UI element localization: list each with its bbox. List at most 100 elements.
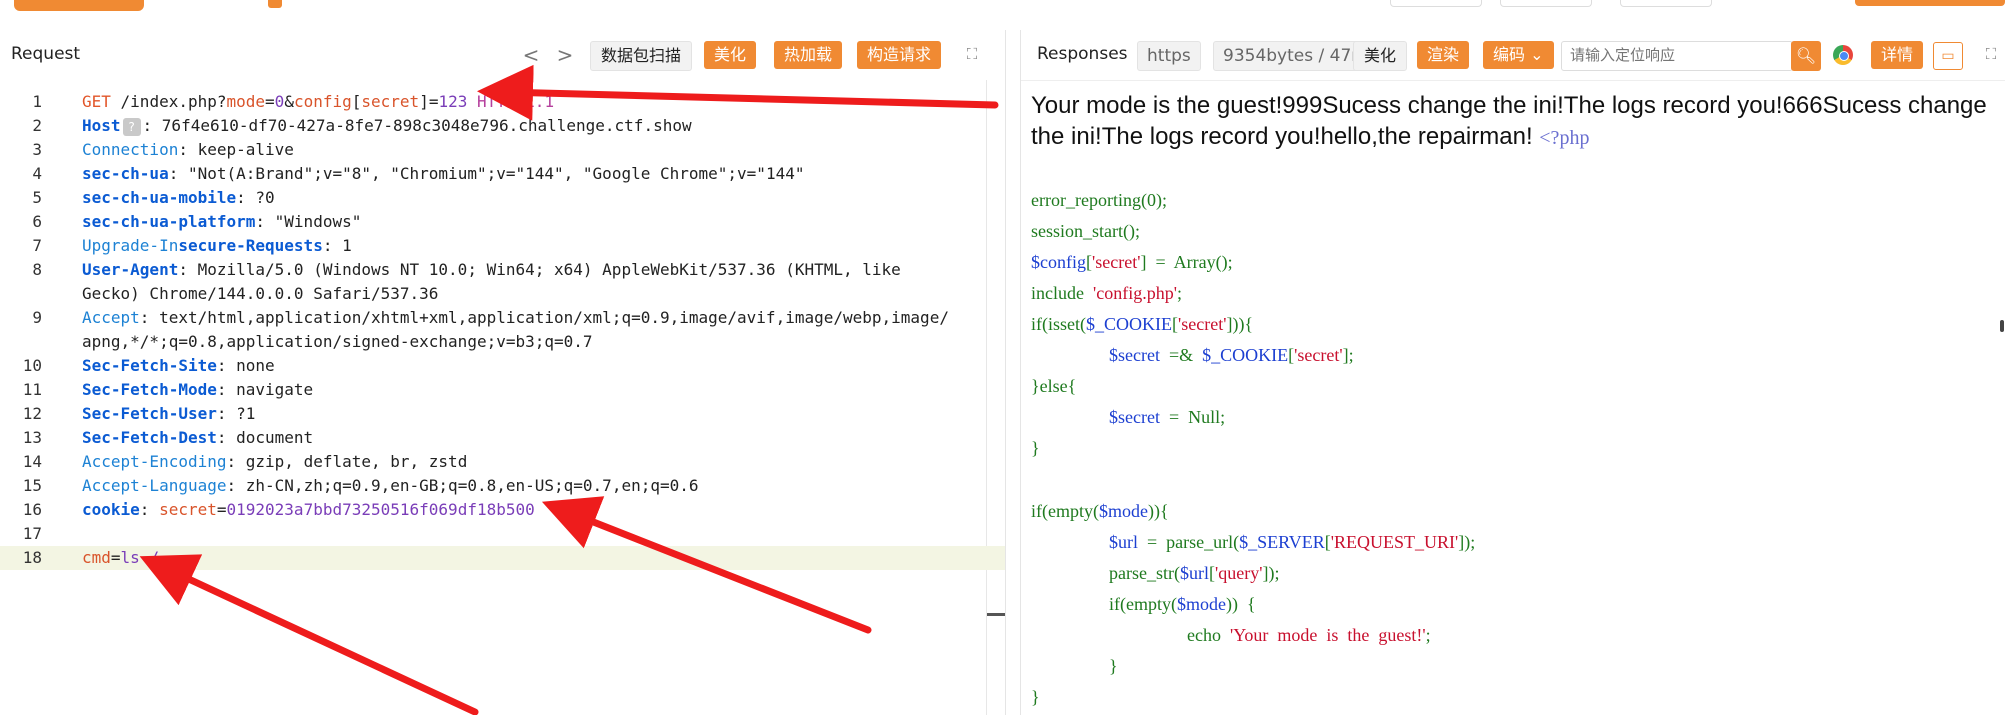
expand-icon[interactable]: ⛶ bbox=[1981, 44, 2001, 64]
line-number: 13 bbox=[22, 428, 42, 447]
size-badge: 9354bytes / 47m bbox=[1213, 41, 1373, 71]
top-button-2[interactable] bbox=[1500, 0, 1592, 7]
line-content: sec-ch-ua: "Not(A:Brand";v="8", "Chromiu… bbox=[82, 164, 805, 183]
locate-response-input[interactable] bbox=[1562, 42, 1783, 68]
build-request-button[interactable]: 构造请求 bbox=[857, 41, 942, 69]
line-content: cookie: secret=0192023a7bbd73250516f069d… bbox=[82, 500, 535, 519]
line-number: 9 bbox=[32, 308, 42, 327]
request-title: Request bbox=[11, 44, 81, 64]
response-panel: Responses https 9354bytes / 47m 美化 渲染 编码… bbox=[1020, 30, 2005, 715]
code-line: 6 sec-ch-ua-platform: "Windows" bbox=[0, 210, 1005, 234]
render-button[interactable]: 渲染 bbox=[1417, 41, 1470, 69]
encoding-dropdown[interactable]: 编码 ⌄ bbox=[1483, 41, 1554, 69]
top-strip bbox=[0, 0, 2005, 14]
line-number: 2 bbox=[32, 116, 42, 135]
line-content: Sec-Fetch-Site: none bbox=[82, 356, 275, 375]
line-content: Accept-Encoding: gzip, deflate, br, zstd bbox=[82, 452, 468, 471]
top-button-3[interactable] bbox=[1620, 0, 1712, 7]
php-code-line: parse_str($url['query']); bbox=[1109, 563, 1280, 583]
line-number: 12 bbox=[22, 404, 42, 423]
code-line: 5 sec-ch-ua-mobile: ?0 bbox=[0, 186, 1005, 210]
request-header: Request < > 数据包扫描 美化 热加载 构造请求 ⛶ bbox=[0, 30, 1005, 81]
line-number: 6 bbox=[32, 212, 42, 231]
php-code-line: session_start(); bbox=[1031, 221, 1140, 241]
top-button-1[interactable] bbox=[1390, 0, 1482, 7]
line-number: 18 bbox=[22, 548, 42, 567]
line-number: 7 bbox=[32, 236, 42, 255]
line-content: User-Agent: Mozilla/5.0 (Windows NT 10.0… bbox=[82, 260, 901, 279]
response-body: Your mode is the guest!999Sucess change … bbox=[1031, 90, 1996, 710]
line-content: Sec-Fetch-User: ?1 bbox=[82, 404, 256, 423]
php-code-line: } bbox=[1031, 438, 1040, 458]
line-number: 17 bbox=[22, 524, 42, 543]
code-line: 17 bbox=[0, 522, 1005, 546]
protocol-badge: https bbox=[1137, 41, 1201, 71]
php-code-line: } bbox=[1031, 687, 1040, 707]
php-code-line: if(isset($_COOKIE['secret'])){ bbox=[1031, 314, 1254, 334]
line-number: 3 bbox=[32, 140, 42, 159]
code-line: 14 Accept-Encoding: gzip, deflate, br, z… bbox=[0, 450, 1005, 474]
php-code-line: $secret = Null; bbox=[1109, 407, 1226, 427]
line-content: Sec-Fetch-Dest: document bbox=[82, 428, 314, 447]
top-orange-button[interactable] bbox=[1855, 0, 2005, 6]
request-panel: Request < > 数据包扫描 美化 热加载 构造请求 ⛶ 1 GET /i… bbox=[0, 30, 1006, 715]
code-line: 1 GET /index.php?mode=0&config[secret]=1… bbox=[0, 90, 1005, 114]
line-number: 1 bbox=[32, 92, 42, 111]
php-code-line: $config['secret'] = Array(); bbox=[1031, 252, 1233, 272]
php-code-line: include 'config.php'; bbox=[1031, 283, 1182, 303]
php-code-line: } bbox=[1109, 656, 1118, 676]
line-content: Sec-Fetch-Mode: navigate bbox=[82, 380, 314, 399]
code-line: 10 Sec-Fetch-Site: none bbox=[0, 354, 1005, 378]
code-line: 16 cookie: secret=0192023a7bbd73250516f0… bbox=[0, 498, 1005, 522]
php-code-line: $url = parse_url($_SERVER['REQUEST_URI']… bbox=[1109, 532, 1476, 552]
line-content: sec-ch-ua-platform: "Windows" bbox=[82, 212, 362, 231]
response-title: Responses bbox=[1037, 44, 1128, 64]
code-line: 3 Connection: keep-alive bbox=[0, 138, 1005, 162]
top-orange-tab[interactable] bbox=[14, 0, 144, 11]
request-editor[interactable]: 1 GET /index.php?mode=0&config[secret]=1… bbox=[0, 80, 1005, 715]
code-line: 2 Host?: 76f4e610-df70-427a-8fe7-898c304… bbox=[0, 114, 1005, 138]
expand-icon[interactable]: ⛶ bbox=[962, 44, 982, 64]
php-code-line: error_reporting(0); bbox=[1031, 190, 1167, 210]
line-content: Upgrade-Insecure-Requests: 1 bbox=[82, 236, 352, 255]
line-content: Host?: 76f4e610-df70-427a-8fe7-898c3048e… bbox=[82, 116, 692, 136]
code-line: 8 User-Agent: Mozilla/5.0 (Windows NT 10… bbox=[0, 258, 1005, 282]
php-open-tag: <?php bbox=[1539, 127, 1590, 149]
beautify-button[interactable]: 美化 bbox=[1353, 41, 1408, 71]
hot-reload-button[interactable]: 热加载 bbox=[774, 41, 843, 69]
line-content: Accept: text/html,application/xhtml+xml,… bbox=[82, 308, 949, 327]
line-continuation: apng,*/*;q=0.8,application/signed-exchan… bbox=[82, 332, 593, 351]
line-continuation: Gecko) Chrome/144.0.0.0 Safari/537.36 bbox=[82, 284, 439, 303]
line-number: 10 bbox=[22, 356, 42, 375]
code-line: 9 Accept: text/html,application/xhtml+xm… bbox=[0, 306, 1005, 330]
line-content: Accept-Language: zh-CN,zh;q=0.9,en-GB;q=… bbox=[82, 476, 699, 495]
back-arrow-icon[interactable]: < bbox=[520, 40, 542, 70]
details-button[interactable]: 详情 bbox=[1871, 41, 1924, 69]
comment-icon[interactable]: ▭ bbox=[1933, 42, 1963, 70]
code-line: 15 Accept-Language: zh-CN,zh;q=0.9,en-GB… bbox=[0, 474, 1005, 498]
php-code-line: }else{ bbox=[1031, 376, 1077, 396]
line-number: 5 bbox=[32, 188, 42, 207]
line-number: 4 bbox=[32, 164, 42, 183]
beautify-button[interactable]: 美化 bbox=[704, 41, 757, 69]
response-output: Your mode is the guest!999Sucess change … bbox=[1031, 92, 1987, 150]
packet-scan-button[interactable]: 数据包扫描 bbox=[590, 41, 693, 71]
chrome-icon[interactable] bbox=[1833, 45, 1853, 65]
line-content: Connection: keep-alive bbox=[82, 140, 294, 159]
php-code-line: $secret =& $_COOKIE['secret']; bbox=[1109, 345, 1354, 365]
line-content: cmd=ls / bbox=[82, 548, 160, 567]
response-header: Responses https 9354bytes / 47m 美化 渲染 编码… bbox=[1021, 30, 2005, 81]
line-number: 16 bbox=[22, 500, 42, 519]
line-number: 8 bbox=[32, 260, 42, 279]
code-line: 11 Sec-Fetch-Mode: navigate bbox=[0, 378, 1005, 402]
scroll-marker[interactable] bbox=[987, 613, 1005, 616]
code-line: 7 Upgrade-Insecure-Requests: 1 bbox=[0, 234, 1005, 258]
forward-arrow-icon[interactable]: > bbox=[554, 40, 576, 70]
search-icon[interactable]: 🔍︎ bbox=[1791, 41, 1821, 71]
top-small-tab[interactable] bbox=[268, 0, 282, 8]
line-number: 11 bbox=[22, 380, 42, 399]
window-edge-handle[interactable] bbox=[2000, 320, 2004, 332]
line-number: 14 bbox=[22, 452, 42, 471]
php-code-line: if(empty($mode)){ bbox=[1031, 501, 1169, 521]
code-line: 12 Sec-Fetch-User: ?1 bbox=[0, 402, 1005, 426]
